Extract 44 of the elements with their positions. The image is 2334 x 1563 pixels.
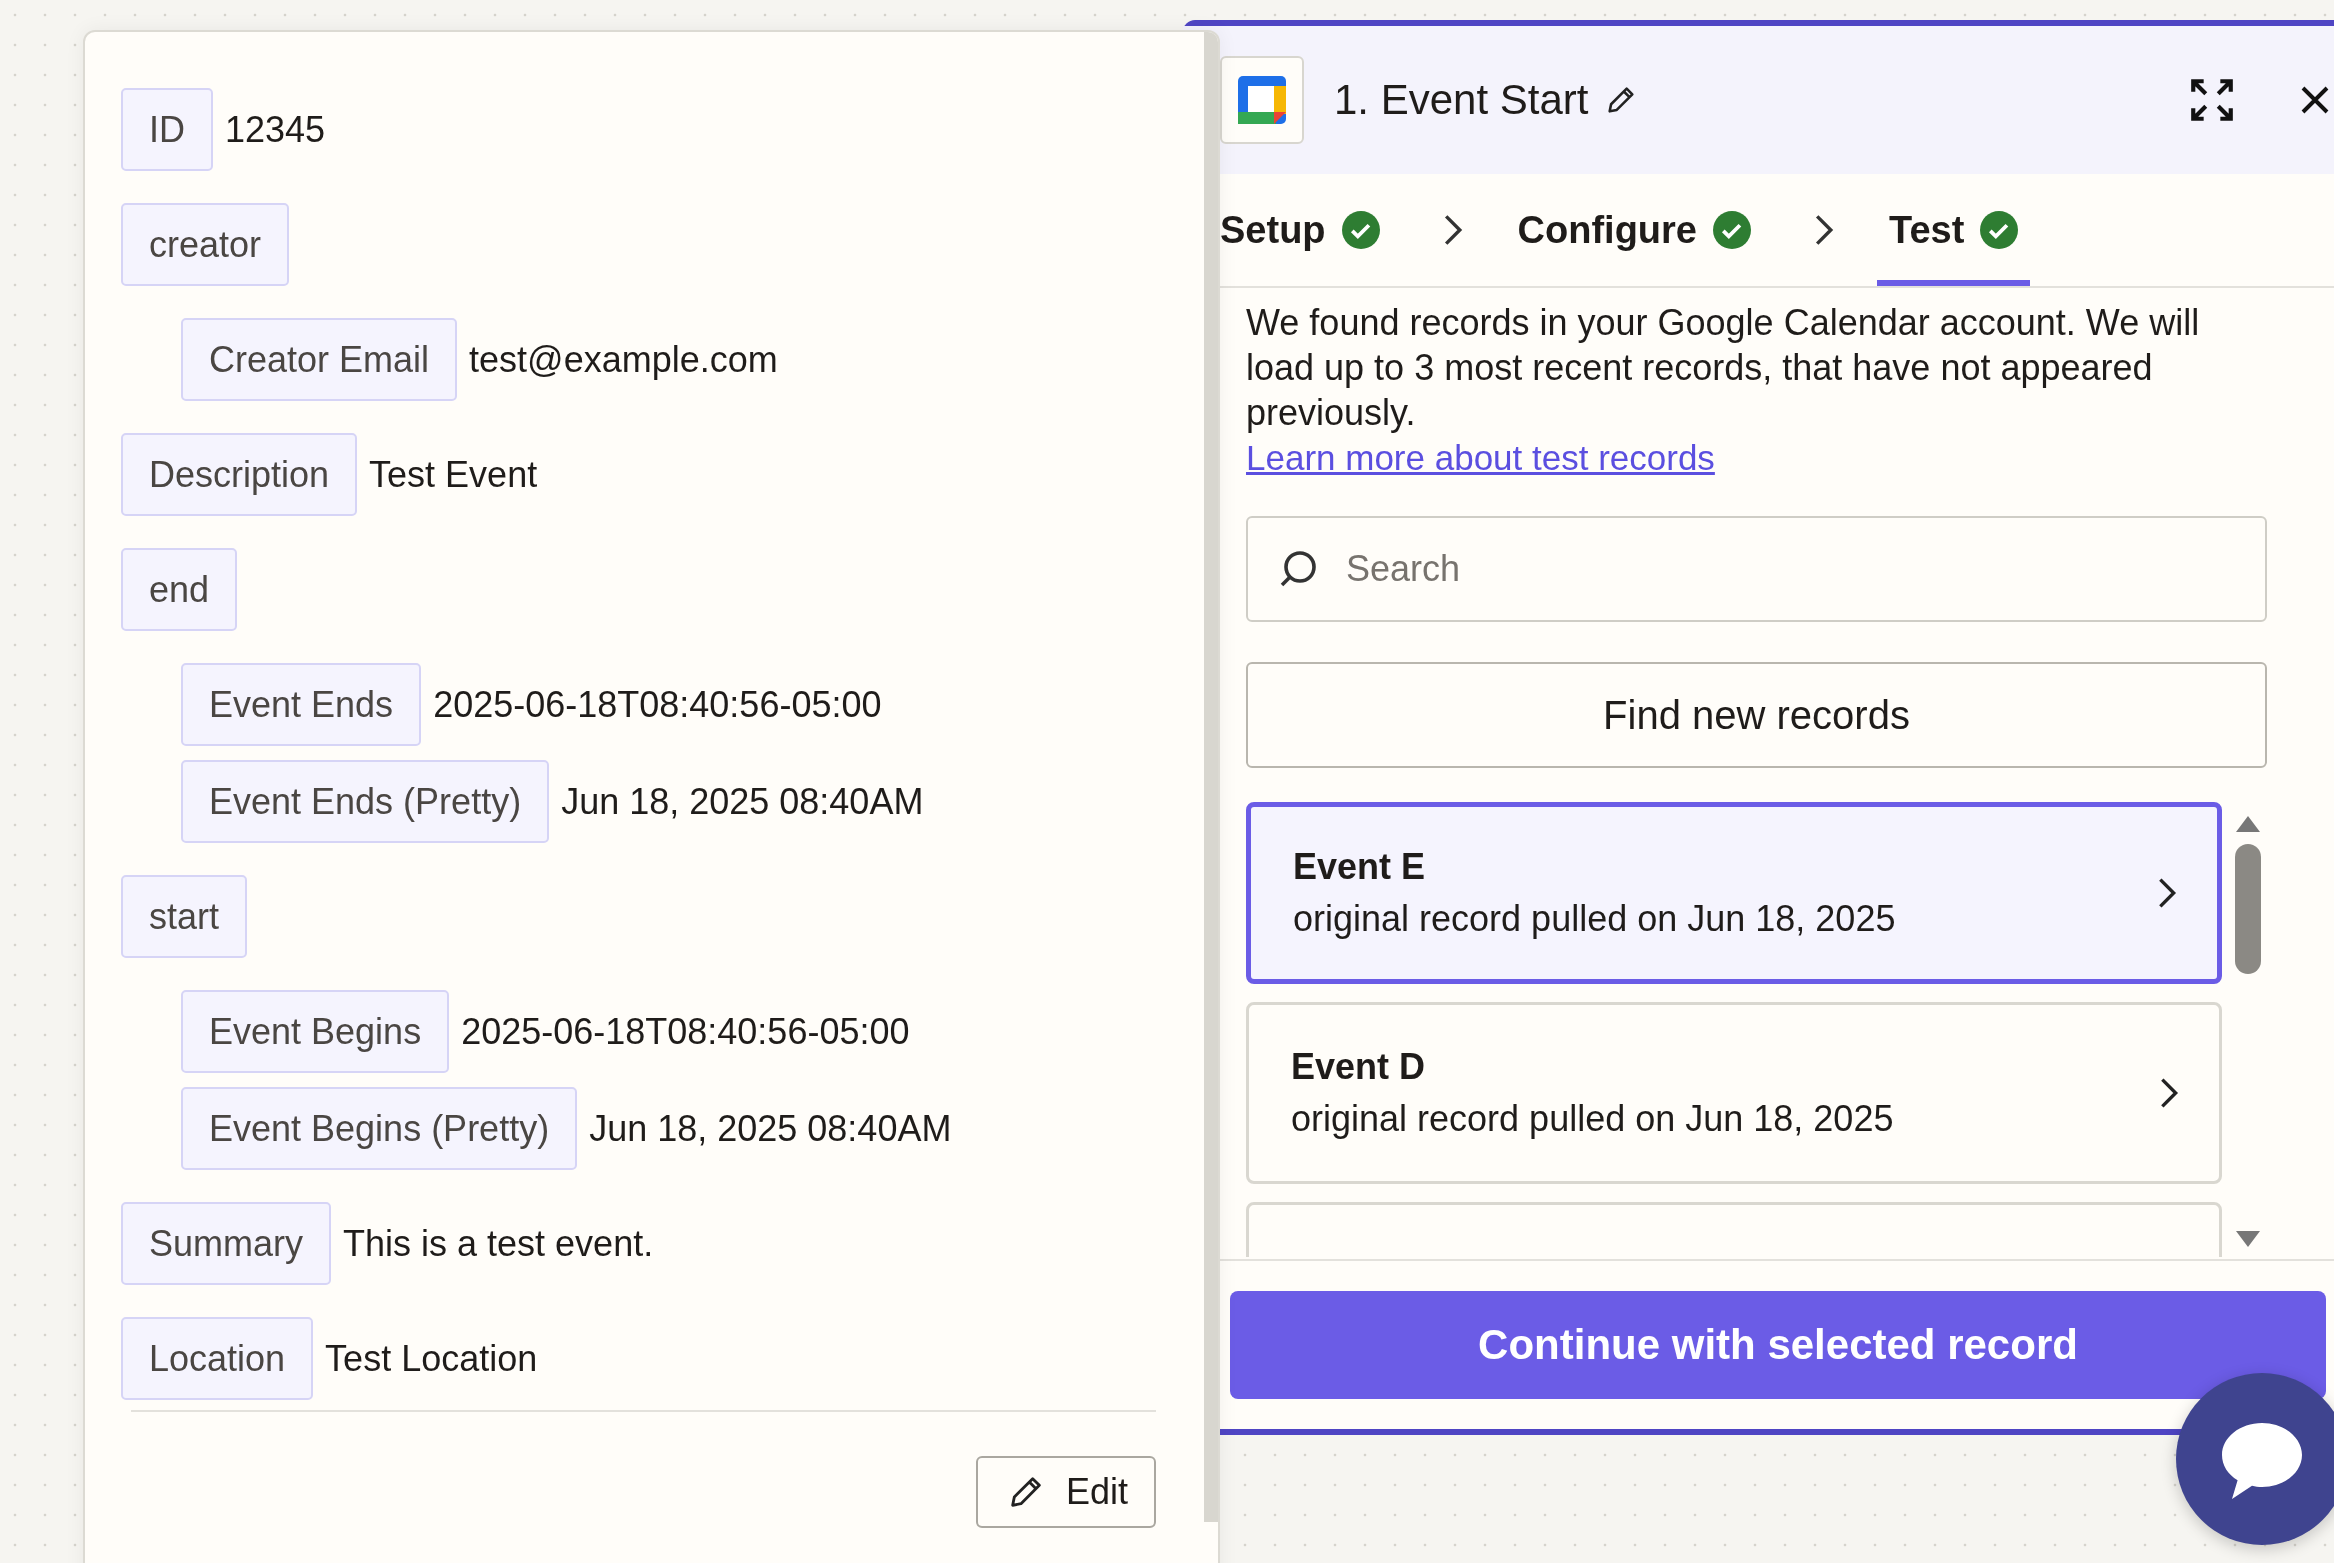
- field-value: test@example.com: [469, 338, 778, 381]
- chevron-right-icon: [2157, 876, 2177, 910]
- edit-button[interactable]: Edit: [975, 1456, 1156, 1528]
- record-card[interactable]: Event E original record pulled on Jun 18, 2025: [1246, 802, 2222, 984]
- field-label: start: [121, 875, 247, 958]
- chevron-right-icon: [2159, 1076, 2179, 1110]
- field-value: Test Event: [369, 453, 538, 496]
- record-title: Event D: [1291, 1046, 1427, 1088]
- learn-more-link[interactable]: Learn more about test records: [1246, 435, 1715, 480]
- record-title: Event E: [1293, 846, 1427, 888]
- field-value: Test Location: [325, 1337, 538, 1380]
- field-label: end: [121, 548, 238, 631]
- intro-text: We found records in your Google Calendar account. We will load up to 3 most recent records, that have not appeared previously.: [1246, 301, 2201, 435]
- field-value: Jun 18, 2025 08:40AM: [561, 780, 924, 823]
- step-tab[interactable]: Setup: [1220, 174, 1392, 286]
- scrollbar-thumb[interactable]: [2235, 844, 2261, 974]
- field-label: ID: [121, 88, 213, 171]
- record-card[interactable]: Event D original record pulled on Jun 18, 2025: [1246, 1002, 2222, 1184]
- step-title: 1. Event Start: [1334, 76, 1589, 124]
- field-value: 2025-06-18T08:40:56-05:00: [461, 1010, 910, 1053]
- field-value: This is a test event.: [343, 1222, 654, 1265]
- scroll-up-icon[interactable]: [2234, 814, 2262, 834]
- field-label: Event Ends: [181, 663, 422, 746]
- field-value: 2025-06-18T08:40:56-05:00: [433, 683, 882, 726]
- field-label: creator: [121, 203, 290, 286]
- field-value: 12345: [225, 108, 326, 151]
- field-label: Description: [121, 433, 358, 516]
- step-tab[interactable]: Test: [1877, 174, 2031, 286]
- find-records-button[interactable]: Find new records: [1246, 662, 2267, 768]
- scroll-down-icon[interactable]: [2234, 1229, 2262, 1249]
- field-label: Event Begins: [181, 990, 450, 1073]
- field-label: Event Ends (Pretty): [181, 760, 550, 843]
- chevron-right-icon: [1813, 213, 1835, 247]
- record-subtitle: original record pulled on Jun 18, 2025: [1293, 898, 1897, 940]
- search-field[interactable]: Search: [1246, 516, 2267, 622]
- field-label: Event Begins (Pretty): [181, 1087, 578, 1170]
- step-tab[interactable]: Configure: [1505, 174, 1763, 286]
- record-subtitle: original record pulled on Jun 18, 2025: [1291, 1098, 1895, 1140]
- scrollbar[interactable]: [1204, 32, 1218, 1522]
- continue-button[interactable]: Continue with selected record: [1230, 1291, 2326, 1399]
- field-label: Location: [121, 1317, 314, 1400]
- field-label: Creator Email: [181, 318, 458, 401]
- field-label: Summary: [121, 1202, 332, 1285]
- field-value: Jun 18, 2025 08:40AM: [589, 1107, 952, 1150]
